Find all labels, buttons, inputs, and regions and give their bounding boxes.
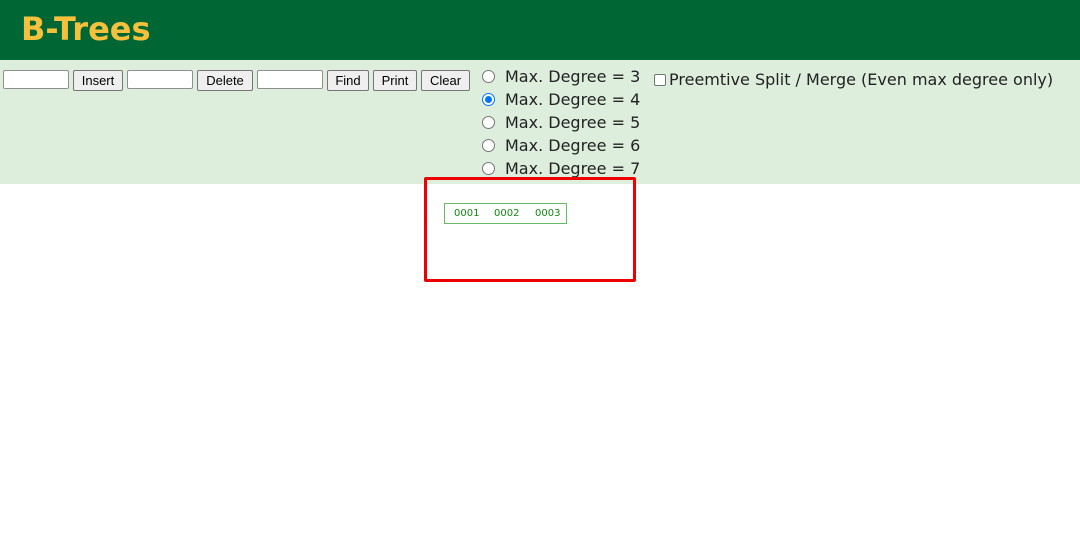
degree-option-label: Max. Degree = 6 <box>505 136 641 155</box>
preemptive-split-checkbox[interactable] <box>654 73 666 86</box>
radio-button[interactable] <box>482 139 495 152</box>
preemptive-split-option[interactable]: Preemtive Split / Merge (Even max degree… <box>654 68 1053 91</box>
degree-option-5[interactable]: Max. Degree = 5 <box>482 111 640 134</box>
preemptive-split-label: Preemtive Split / Merge (Even max degree… <box>669 70 1054 89</box>
radio-button[interactable] <box>482 116 495 129</box>
radio-button[interactable] <box>482 70 495 83</box>
highlight-annotation-box <box>424 177 636 282</box>
delete-button[interactable]: Delete <box>197 70 253 91</box>
page-title: B-Trees <box>21 10 151 48</box>
degree-option-label: Max. Degree = 3 <box>505 67 641 86</box>
print-button[interactable]: Print <box>373 70 417 91</box>
page-header: B-Trees <box>0 0 1080 60</box>
node-key: 0001 <box>454 208 480 219</box>
insert-button[interactable]: Insert <box>73 70 123 91</box>
find-input[interactable] <box>257 70 323 89</box>
degree-option-label: Max. Degree = 4 <box>505 90 641 109</box>
controls-panel: Insert Delete Find Print Clear Max. Degr… <box>0 60 1080 184</box>
btree-root-node: 0001 0002 0003 <box>444 203 567 224</box>
clear-button[interactable]: Clear <box>421 70 470 91</box>
degree-option-6[interactable]: Max. Degree = 6 <box>482 134 640 157</box>
node-key: 0002 <box>494 208 520 219</box>
degree-option-label: Max. Degree = 5 <box>505 113 641 132</box>
degree-option-7[interactable]: Max. Degree = 7 <box>482 157 640 180</box>
find-button[interactable]: Find <box>327 70 369 91</box>
degree-option-label: Max. Degree = 7 <box>505 159 641 178</box>
insert-input[interactable] <box>3 70 69 89</box>
node-key: 0003 <box>535 208 561 219</box>
radio-button[interactable] <box>482 162 495 175</box>
delete-input[interactable] <box>127 70 193 89</box>
radio-button-selected[interactable] <box>482 93 495 106</box>
degree-option-4[interactable]: Max. Degree = 4 <box>482 88 640 111</box>
degree-option-3[interactable]: Max. Degree = 3 <box>482 65 640 88</box>
